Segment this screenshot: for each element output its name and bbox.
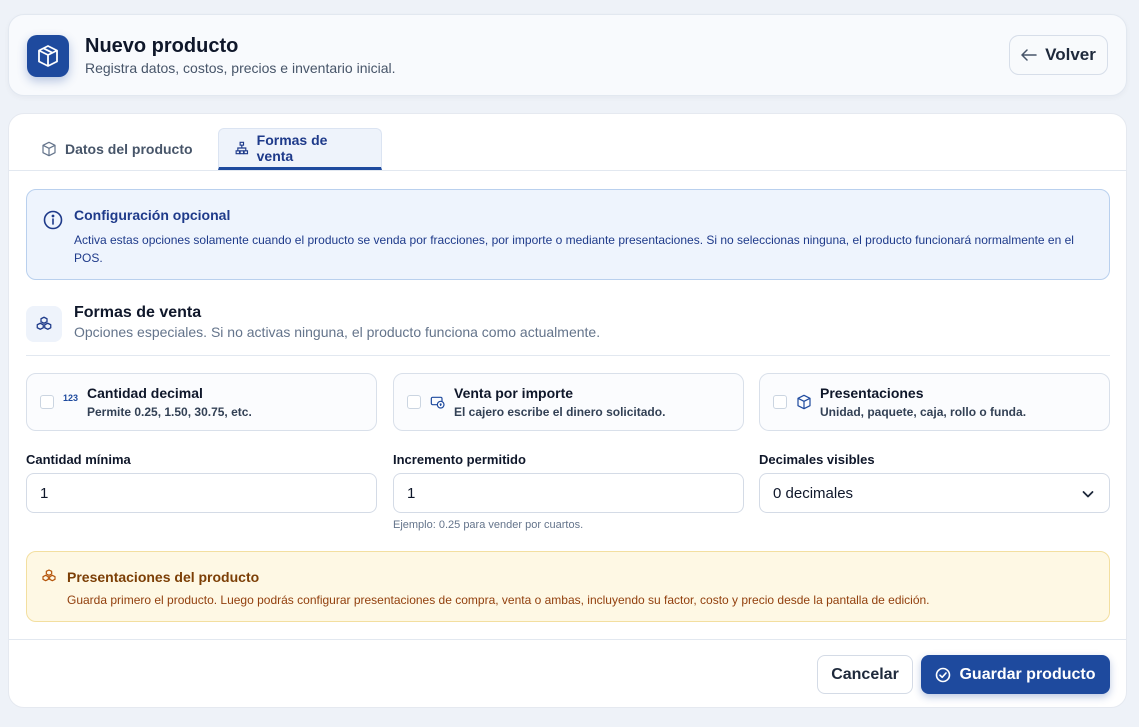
box-icon [27,35,69,77]
option-subtitle: Permite 0.25, 1.50, 30.75, etc. [87,405,252,419]
warning-text: Guarda primero el producto. Luego podrás… [67,593,930,607]
box-icon [42,141,56,157]
page-header: Nuevo producto Registra datos, costos, p… [8,14,1127,96]
option-subtitle: Unidad, paquete, caja, rollo o funda. [820,405,1027,419]
tab-label: Datos del producto [65,141,193,157]
back-button-label: Volver [1045,45,1096,64]
check-circle-icon [936,667,951,682]
tab-label: Formas de venta [256,132,328,164]
number-123-icon: 123 [63,393,79,403]
checkbox[interactable] [407,395,421,409]
warning-callout: Presentaciones del producto Guarda prime… [26,551,1110,622]
cantidad-minima-input[interactable] [26,473,377,513]
tab-formas-venta[interactable]: Formas de venta [218,128,382,170]
incremento-hint: Ejemplo: 0.25 para vender por cuartos. [393,519,584,531]
money-icon [430,396,445,409]
option-subtitle: El cajero escribe el dinero solicitado. [454,405,666,419]
info-title: Configuración opcional [74,207,231,223]
option-presentaciones[interactable]: Presentaciones Unidad, paquete, caja, ro… [759,373,1110,431]
save-button-label: Guardar producto [959,665,1096,683]
chevron-down-icon [1082,491,1094,498]
option-cantidad-decimal[interactable]: 123 Cantidad decimal Permite 0.25, 1.50,… [26,373,377,431]
info-callout: Configuración opcional Activa estas opci… [26,189,1110,280]
page-title: Nuevo producto [85,35,239,57]
decimales-label: Decimales visibles [759,452,875,467]
boxes-icon [42,569,56,582]
section-subtitle: Opciones especiales. Si no activas ningu… [74,324,601,340]
checkbox[interactable] [40,395,54,409]
sitemap-icon [235,141,249,155]
option-title: Presentaciones [820,385,924,401]
checkbox[interactable] [773,395,787,409]
boxes-icon [26,306,62,342]
save-product-button[interactable]: Guardar producto [921,655,1110,694]
incremento-input[interactable] [393,473,744,513]
option-title: Cantidad decimal [87,385,203,401]
section-title: Formas de venta [74,304,202,321]
info-text: Activa estas opciones solamente cuando e… [74,233,1074,265]
tab-bar: Datos del producto Formas de venta [9,114,1126,171]
warning-title: Presentaciones del producto [67,569,260,585]
decimales-value: 0 decimales [773,484,854,502]
footer-divider [9,639,1126,640]
divider [26,355,1110,356]
product-form-card: Datos del producto Formas de venta Confi… [8,113,1127,708]
cantidad-minima-label: Cantidad mínima [26,452,131,467]
option-title: Venta por importe [454,385,574,401]
info-icon [43,210,63,230]
incremento-label: Incremento permitido [393,452,526,467]
decimales-select[interactable]: 0 decimales [759,473,1110,513]
cancel-button[interactable]: Cancelar [817,655,913,694]
page-subtitle: Registra datos, costos, precios e invent… [85,60,396,76]
arrow-left-icon [1021,49,1037,61]
box-icon [797,394,811,410]
tab-datos-producto[interactable]: Datos del producto [25,128,209,170]
option-venta-importe[interactable]: Venta por importe El cajero escribe el d… [393,373,744,431]
back-button[interactable]: Volver [1009,35,1108,75]
